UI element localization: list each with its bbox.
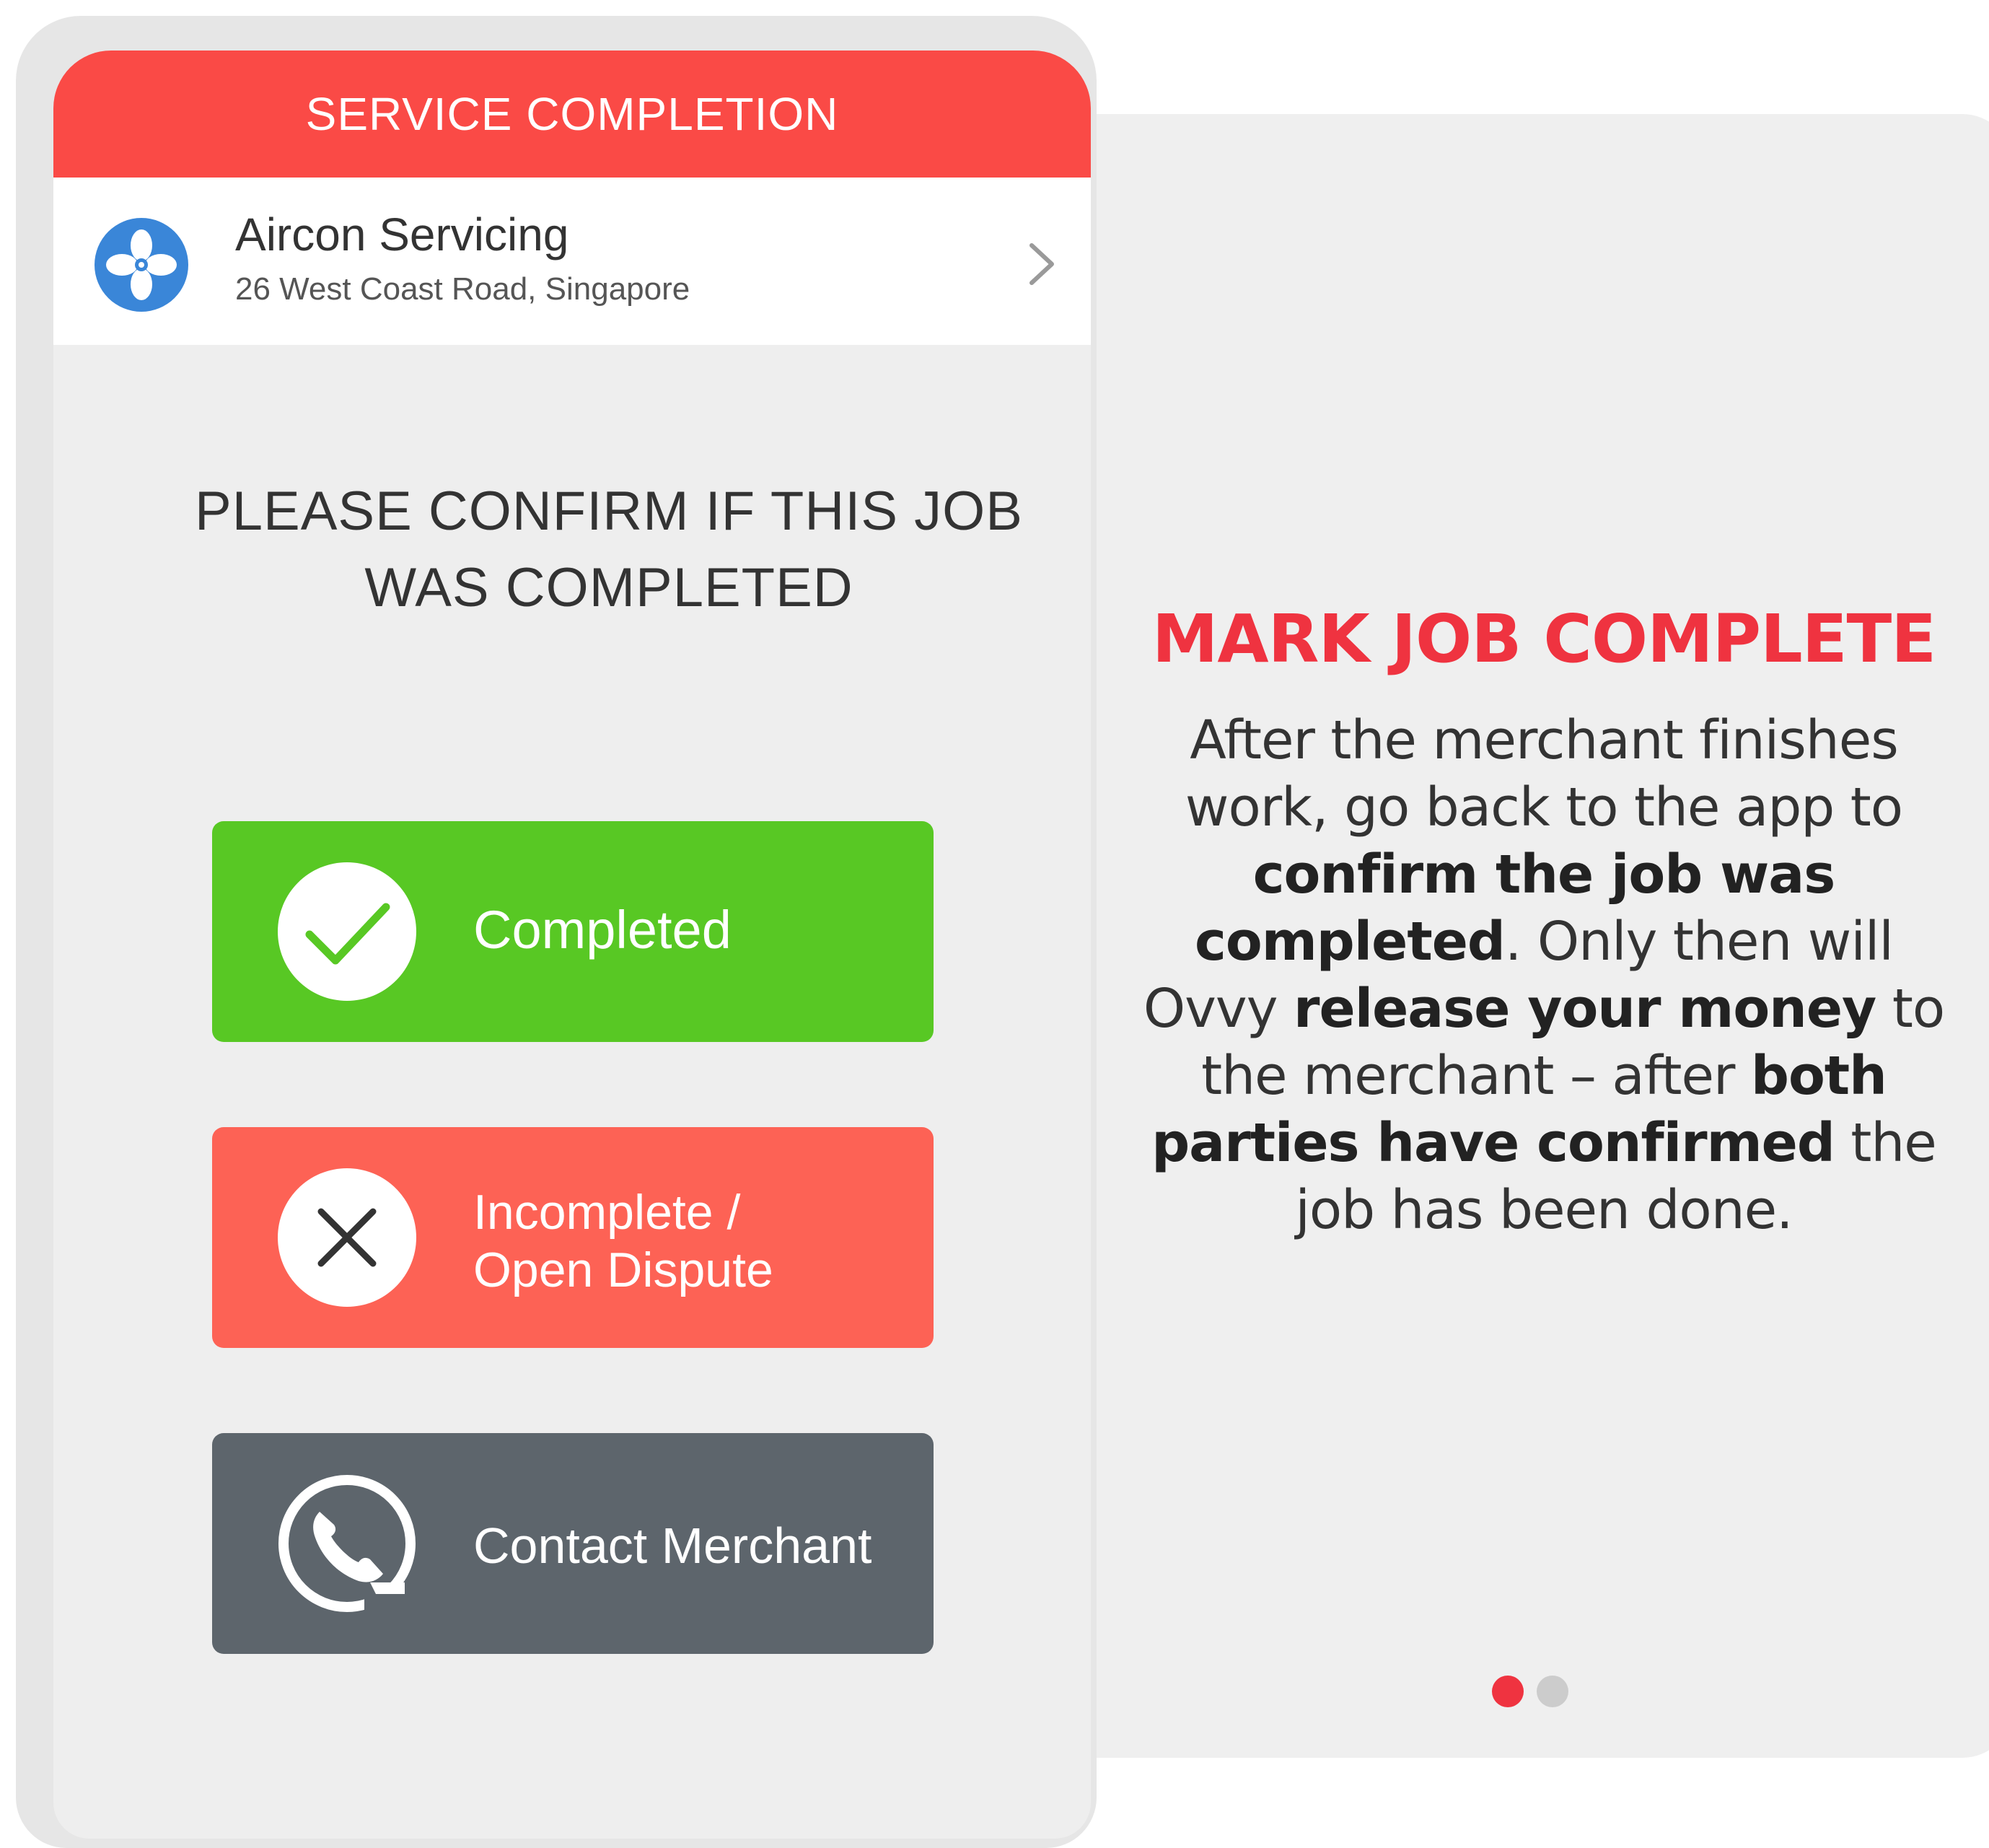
dispute-label-line-2: Open Dispute xyxy=(473,1243,773,1297)
phone-icon xyxy=(278,1475,416,1612)
pager-dot-inactive[interactable] xyxy=(1537,1676,1568,1707)
open-dispute-button[interactable]: Incomplete / Open Dispute xyxy=(212,1127,934,1348)
service-name: Aircon Servicing xyxy=(235,209,569,260)
close-icon xyxy=(278,1168,416,1307)
chevron-right-icon[interactable] xyxy=(1026,241,1058,287)
prompt-line-2: WAS COMPLETED xyxy=(364,557,853,618)
prompt-line-1: PLEASE CONFIRM IF THIS JOB xyxy=(195,481,1023,542)
completed-button[interactable]: Completed xyxy=(212,821,934,1042)
checkmark-icon xyxy=(278,862,416,1001)
dispute-label: Incomplete / Open Dispute xyxy=(473,1183,773,1299)
contact-label: Contact Merchant xyxy=(473,1518,872,1574)
phone-screen: SERVICE COMPLETION Aircon Servicing 26 W… xyxy=(53,51,1091,1839)
header-title: SERVICE COMPLETION xyxy=(53,51,1091,178)
dispute-label-line-1: Incomplete / xyxy=(473,1185,741,1240)
contact-merchant-button[interactable]: Contact Merchant xyxy=(212,1433,934,1654)
info-title: MARK JOB COMPLETE xyxy=(1151,600,1936,678)
info-bold-2: release your money xyxy=(1294,978,1876,1040)
page-root: MARK JOB COMPLETE After the merchant fin… xyxy=(0,0,1989,1848)
info-text-1: After the merchant finishes work, go bac… xyxy=(1185,709,1903,838)
completed-label: Completed xyxy=(473,900,732,960)
info-body: After the merchant finishes work, go bac… xyxy=(1133,707,1955,1244)
fan-icon xyxy=(95,218,188,312)
phone-frame: SERVICE COMPLETION Aircon Servicing 26 W… xyxy=(16,16,1097,1848)
carousel-pager xyxy=(1492,1676,1568,1707)
confirm-prompt: PLEASE CONFIRM IF THIS JOB WAS COMPLETED xyxy=(140,473,1078,626)
pager-dot-active[interactable] xyxy=(1492,1676,1524,1707)
service-row[interactable]: Aircon Servicing 26 West Coast Road, Sin… xyxy=(53,178,1091,345)
service-address: 26 West Coast Road, Singapore xyxy=(235,271,690,307)
